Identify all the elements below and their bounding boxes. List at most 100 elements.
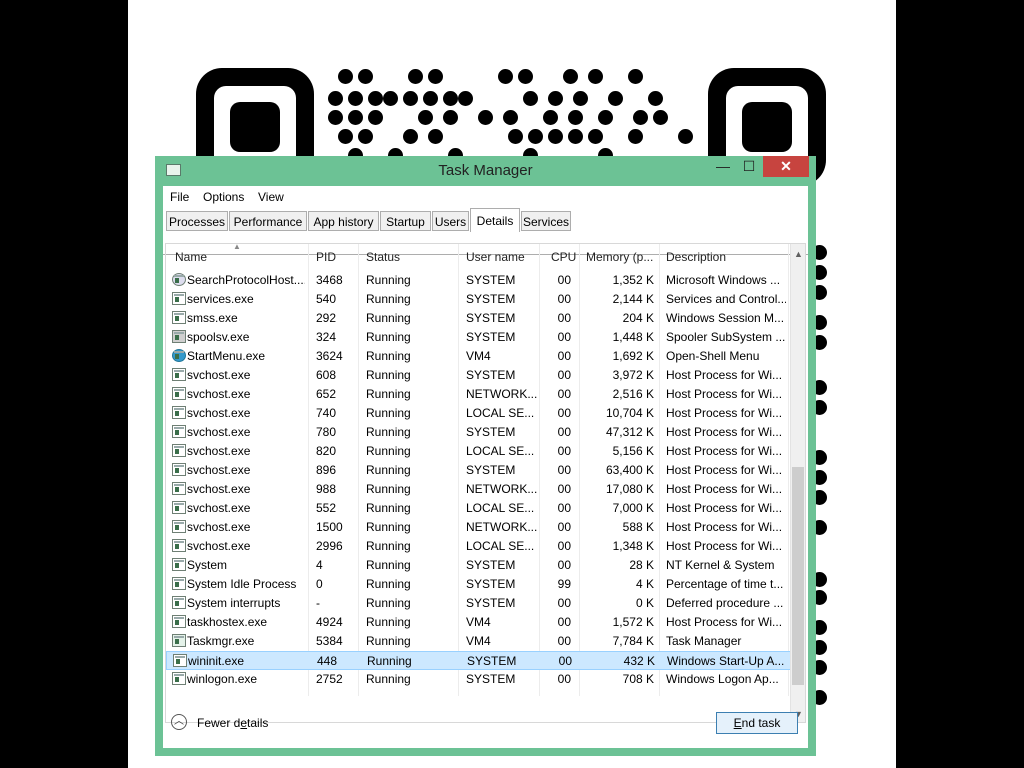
pid-cell: 896 <box>316 463 337 477</box>
table-row[interactable]: svchost.exe 652 Running NETWORK... 00 2,516 K… <box>166 385 792 404</box>
qr-module <box>498 69 513 84</box>
minimize-button[interactable]: — <box>710 156 736 177</box>
qr-module <box>598 110 613 125</box>
table-row[interactable]: svchost.exe 896 Running SYSTEM 00 63,400 K Hos… <box>166 461 792 480</box>
window-icon <box>172 368 186 381</box>
cpu-cell: 00 <box>557 520 571 534</box>
table-row[interactable]: services.exe 540 Running SYSTEM 00 2,144 K Ser… <box>166 290 792 309</box>
memory-cell: 0 K <box>635 596 654 610</box>
sort-ascending-icon: ▲ <box>233 243 241 251</box>
qr-module <box>368 110 383 125</box>
tab-startup[interactable]: Startup <box>380 211 431 231</box>
process-name-cell: svchost.exe <box>187 520 251 534</box>
menu-file[interactable]: File <box>170 190 189 204</box>
qr-module <box>338 129 353 144</box>
qr-module <box>328 91 343 106</box>
tab-performance[interactable]: Performance <box>229 211 307 231</box>
table-row[interactable]: svchost.exe 780 Running SYSTEM 00 47,312 K Hos… <box>166 423 792 442</box>
title-bar[interactable]: Task Manager — ☐ ✕ <box>155 156 816 185</box>
user-name-cell: VM4 <box>466 615 491 629</box>
table-row[interactable]: System Idle Process 0 Running SYSTEM 99 4 K Pe… <box>166 575 792 594</box>
table-row[interactable]: taskhostex.exe 4924 Running VM4 00 1,572 K Hos… <box>166 613 792 632</box>
status-cell: Running <box>366 558 411 572</box>
table-row[interactable]: svchost.exe 608 Running SYSTEM 00 3,972 K Host… <box>166 366 792 385</box>
maximize-button[interactable]: ☐ <box>736 156 762 177</box>
table-row[interactable]: svchost.exe 1500 Running NETWORK... 00 588 K H… <box>166 518 792 537</box>
memory-cell: 1,692 K <box>612 349 654 363</box>
table-row[interactable]: svchost.exe 2996 Running LOCAL SE... 00 1,348… <box>166 537 792 556</box>
tab-strip: Processes Performance App history Startu… <box>163 208 808 255</box>
qr-module <box>458 91 473 106</box>
qr-module <box>408 69 423 84</box>
column-header-name[interactable]: Name <box>175 250 207 264</box>
tab-users[interactable]: Users <box>432 211 469 231</box>
memory-cell: 4 K <box>635 577 654 591</box>
pid-cell: 5384 <box>316 634 343 648</box>
tab-details[interactable]: Details <box>470 208 520 232</box>
table-row[interactable]: Taskmgr.exe 5384 Running VM4 00 7,784 K Task M… <box>166 632 792 651</box>
column-header-memory[interactable]: Memory (p... <box>586 250 653 264</box>
table-row[interactable]: System interrupts - Running SYSTEM 00 0 K Defe… <box>166 594 792 613</box>
menu-options[interactable]: Options <box>203 190 244 204</box>
table-row[interactable]: System 4 Running SYSTEM 00 28 K NT Kernel & Sy… <box>166 556 792 575</box>
menu-view[interactable]: View <box>258 190 284 204</box>
table-row[interactable]: svchost.exe 552 Running LOCAL SE... 00 7,000 … <box>166 499 792 518</box>
qr-module <box>588 129 603 144</box>
status-cell: Running <box>366 368 411 382</box>
vertical-scrollbar[interactable]: ▲ ▼ <box>790 244 805 722</box>
pid-cell: - <box>316 596 320 610</box>
tab-processes[interactable]: Processes <box>166 211 228 231</box>
description-cell: Host Process for Wi... <box>666 482 783 496</box>
user-name-cell: SYSTEM <box>466 558 516 572</box>
tab-app-history[interactable]: App history <box>308 211 379 231</box>
tab-services[interactable]: Services <box>521 211 571 231</box>
fewer-details-label[interactable]: Fewer details <box>197 716 268 730</box>
qr-module <box>403 91 418 106</box>
window-icon <box>172 558 186 571</box>
qr-module <box>423 91 438 106</box>
cpu-cell: 00 <box>557 558 571 572</box>
close-button[interactable]: ✕ <box>763 156 809 177</box>
scroll-up-arrow-icon[interactable]: ▲ <box>794 249 803 259</box>
column-header-description[interactable]: Description <box>666 250 726 264</box>
process-name-cell: svchost.exe <box>187 501 251 515</box>
qr-module <box>418 110 433 125</box>
qr-module <box>628 129 643 144</box>
cpu-cell: 00 <box>557 349 571 363</box>
table-row[interactable]: wininit.exe 448 Running SYSTEM 00 432 K Window… <box>166 651 792 670</box>
column-header-pid[interactable]: PID <box>316 250 336 264</box>
description-cell: Windows Start-Up A... <box>667 654 785 668</box>
end-task-button[interactable]: End task <box>716 712 798 734</box>
table-row[interactable]: svchost.exe 820 Running LOCAL SE... 00 5,156 … <box>166 442 792 461</box>
window-icon <box>173 654 187 667</box>
window-client-area: File Options View Processes Performance … <box>163 186 808 748</box>
description-cell: Host Process for Wi... <box>666 501 783 515</box>
column-header-status[interactable]: Status <box>366 250 400 264</box>
description-cell: Host Process for Wi... <box>666 539 783 553</box>
qr-module <box>523 91 538 106</box>
table-row[interactable]: StartMenu.exe 3624 Running VM4 00 1,692 K Open… <box>166 347 792 366</box>
window-icon <box>172 577 186 590</box>
table-row[interactable]: winlogon.exe 2752 Running SYSTEM 00 708 K Wind… <box>166 670 792 689</box>
column-header-user-name[interactable]: User name <box>466 250 525 264</box>
memory-cell: 7,784 K <box>612 634 654 648</box>
qr-module <box>403 129 418 144</box>
table-row[interactable]: svchost.exe 740 Running LOCAL SE... 00 10,704… <box>166 404 792 423</box>
table-row[interactable]: spoolsv.exe 324 Running SYSTEM 00 1,448 K Spoo… <box>166 328 792 347</box>
status-cell: Running <box>366 615 411 629</box>
scroll-thumb[interactable] <box>792 467 804 685</box>
memory-cell: 1,572 K <box>612 615 654 629</box>
memory-cell: 1,348 K <box>612 539 654 553</box>
status-cell: Running <box>366 425 411 439</box>
menu-bar: File Options View <box>163 186 808 208</box>
user-name-cell: SYSTEM <box>467 654 517 668</box>
chevron-up-icon[interactable]: ︿ <box>171 714 187 730</box>
pid-cell: 3468 <box>316 273 343 287</box>
table-row[interactable]: smss.exe 292 Running SYSTEM 00 204 K Windows S… <box>166 309 792 328</box>
table-row[interactable]: SearchProtocolHost.... 3468 Running SYSTEM 0… <box>166 271 792 290</box>
process-name-cell: svchost.exe <box>187 425 251 439</box>
user-name-cell: LOCAL SE... <box>466 501 535 515</box>
process-name-cell: svchost.exe <box>187 387 251 401</box>
column-header-cpu[interactable]: CPU <box>551 250 576 264</box>
table-row[interactable]: svchost.exe 988 Running NETWORK... 00 17,080 … <box>166 480 792 499</box>
